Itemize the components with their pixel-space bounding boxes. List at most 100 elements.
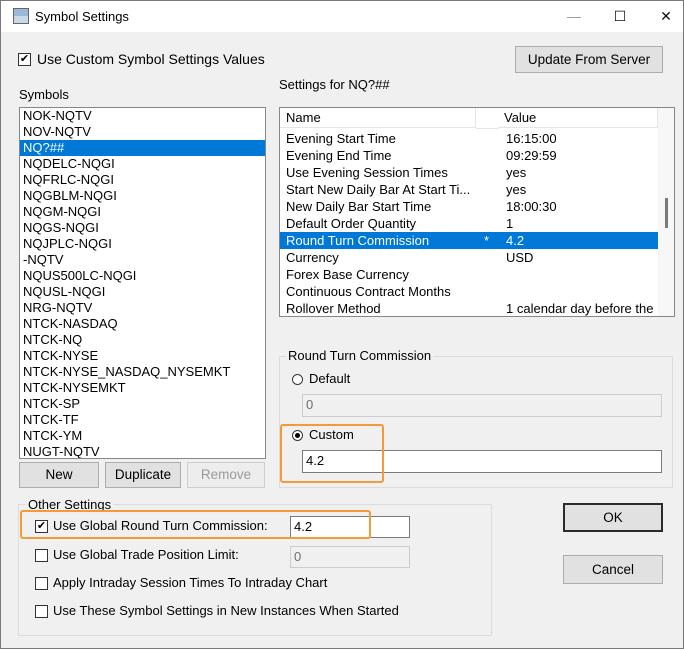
settings-row[interactable]: Rollover Method 1 calendar day before the [280,300,658,316]
setting-modified-flag [484,130,498,147]
setting-name: Evening Start Time [286,131,396,146]
use-custom-checkbox[interactable]: ✔ [18,53,31,66]
setting-name: Default Order Quantity [286,216,417,231]
symbol-list-item[interactable]: -NQTV [20,252,265,268]
global-tpl-field[interactable]: 0 [290,546,410,568]
symbol-list-item[interactable]: NQGBLM-NQGI [20,188,265,204]
symbol-list-item[interactable]: NQUS500LC-NQGI [20,268,265,284]
setting-modified-flag: * [484,233,490,248]
symbol-list-item[interactable]: NTCK-TF [20,412,265,428]
setting-value: 09:29:59 [506,148,557,163]
default-commission-field[interactable]: 0 [302,394,662,417]
ok-button[interactable]: OK [563,503,663,532]
setting-name: Round Turn Commission [286,233,430,248]
setting-modified-flag [484,249,498,266]
global-tpl-checkbox[interactable] [35,549,48,562]
remove-button[interactable]: Remove [187,462,265,488]
symbol-list-item[interactable]: NQDELC-NQGI [20,156,265,172]
symbol-list-item[interactable]: NOK-NQTV [20,108,265,124]
symbol-list-item[interactable]: NTCK-SP [20,396,265,412]
settings-grid[interactable]: Name Value Evening Start Time 16:15:00 Eve… [279,107,675,317]
close-button[interactable]: ✕ [643,1,684,32]
new-instances-label: Use These Symbol Settings in New Instanc… [53,603,399,618]
maximize-button[interactable]: ☐ [597,1,643,32]
duplicate-button[interactable]: Duplicate [105,462,181,488]
symbol-list-item[interactable]: NUGT-NQTV [20,444,265,458]
symbols-label: Symbols [19,87,69,102]
settings-row[interactable]: Use Evening Session Times yes [280,164,658,181]
symbol-list-item[interactable]: NQUSL-NQGI [20,284,265,300]
setting-modified-flag [484,147,498,164]
settings-row[interactable]: Evening End Time 09:29:59 [280,147,658,164]
setting-value: 16:15:00 [506,131,557,146]
symbols-list-items: NOK-NQTV NOV-NQTV NQ?## NQDELC-NQGI NQFRLC-N… [20,108,265,458]
settings-row[interactable]: Forex Base Currency [280,266,658,283]
symbol-list-item[interactable]: NQJPLC-NQGI [20,236,265,252]
setting-modified-flag [484,164,498,181]
default-radio-label: Default [309,371,351,386]
settings-row[interactable]: Round Turn Commission * 4.2 [280,232,658,249]
settings-for-label: Settings for NQ?## [279,77,390,92]
settings-row[interactable]: New Daily Bar Start Time 18:00:30 [280,198,658,215]
setting-value: 4.2 [506,233,525,248]
symbol-list-item[interactable]: NTCK-NYSEMKT [20,380,265,396]
settings-row[interactable]: Evening Start Time 16:15:00 [280,130,658,147]
setting-value: 18:00:30 [506,199,557,214]
settings-row[interactable]: Continuous Contract Months [280,283,658,300]
minimize-button[interactable]: — [551,1,597,32]
symbol-list-item[interactable]: NTCK-YM [20,428,265,444]
settings-grid-rows: Evening Start Time 16:15:00 Evening End Ti… [280,130,658,316]
symbol-list-item[interactable]: NTCK-NYSE [20,348,265,364]
symbol-list-item[interactable]: NQGS-NQGI [20,220,265,236]
setting-name: Evening End Time [286,148,392,163]
cancel-button[interactable]: Cancel [563,555,663,584]
setting-modified-flag [484,266,498,283]
global-rtc-highlight-box [20,510,371,539]
column-header-value[interactable]: Value [498,108,658,128]
setting-name: Continuous Contract Months [286,284,451,299]
setting-modified-flag [484,215,498,232]
symbol-list-item[interactable]: NQGM-NQGI [20,204,265,220]
setting-name: Start New Daily Bar At Start Ti... [286,182,471,197]
setting-name: Rollover Method [286,301,381,316]
new-instances-checkbox[interactable] [35,605,48,618]
setting-name: New Daily Bar Start Time [286,199,432,214]
setting-modified-flag [484,198,498,215]
symbol-settings-window: Symbol Settings — ☐ ✕ ✔ Use Custom Symbo… [0,0,684,649]
symbol-list-item[interactable]: NTCK-NASDAQ [20,316,265,332]
setting-value [506,266,658,283]
window-title: Symbol Settings [35,9,129,24]
settings-row[interactable]: Start New Daily Bar At Start Ti... yes [280,181,658,198]
settings-row[interactable]: Currency USD [280,249,658,266]
custom-highlight-box [280,424,384,483]
new-button[interactable]: New [19,462,99,488]
setting-value: yes [506,165,527,180]
intraday-session-checkbox[interactable] [35,577,48,590]
scroll-thumb[interactable] [665,198,668,228]
update-from-server-button[interactable]: Update From Server [515,46,663,73]
symbol-list-item[interactable]: NQ?## [20,140,265,156]
symbol-list-item[interactable]: NRG-NQTV [20,300,265,316]
setting-name: Use Evening Session Times [286,165,448,180]
title-bar: Symbol Settings — ☐ ✕ [1,1,683,32]
global-tpl-label: Use Global Trade Position Limit: [53,547,239,562]
column-header-flag[interactable] [476,108,499,129]
setting-name: Currency [286,250,339,265]
settings-row[interactable]: Default Order Quantity 1 [280,215,658,232]
column-header-name[interactable]: Name [280,108,476,128]
symbol-list-item[interactable]: NQFRLC-NQGI [20,172,265,188]
rtc-group-title: Round Turn Commission [286,348,434,363]
setting-modified-flag [484,300,498,316]
setting-value: 1 [506,216,514,231]
symbols-list[interactable]: NOK-NQTV NOV-NQTV NQ?## NQDELC-NQGI NQFRLC-N… [19,107,266,459]
settings-grid-scrollbar[interactable] [658,108,674,316]
symbol-list-item[interactable]: NOV-NQTV [20,124,265,140]
setting-name: Forex Base Currency [286,267,409,282]
setting-value: yes [506,182,527,197]
use-custom-label: Use Custom Symbol Settings Values [37,51,265,67]
setting-value: USD [506,250,534,265]
default-radio[interactable] [292,374,303,385]
symbol-list-item[interactable]: NTCK-NYSE_NASDAQ_NYSEMKT [20,364,265,380]
setting-modified-flag [484,283,498,300]
symbol-list-item[interactable]: NTCK-NQ [20,332,265,348]
